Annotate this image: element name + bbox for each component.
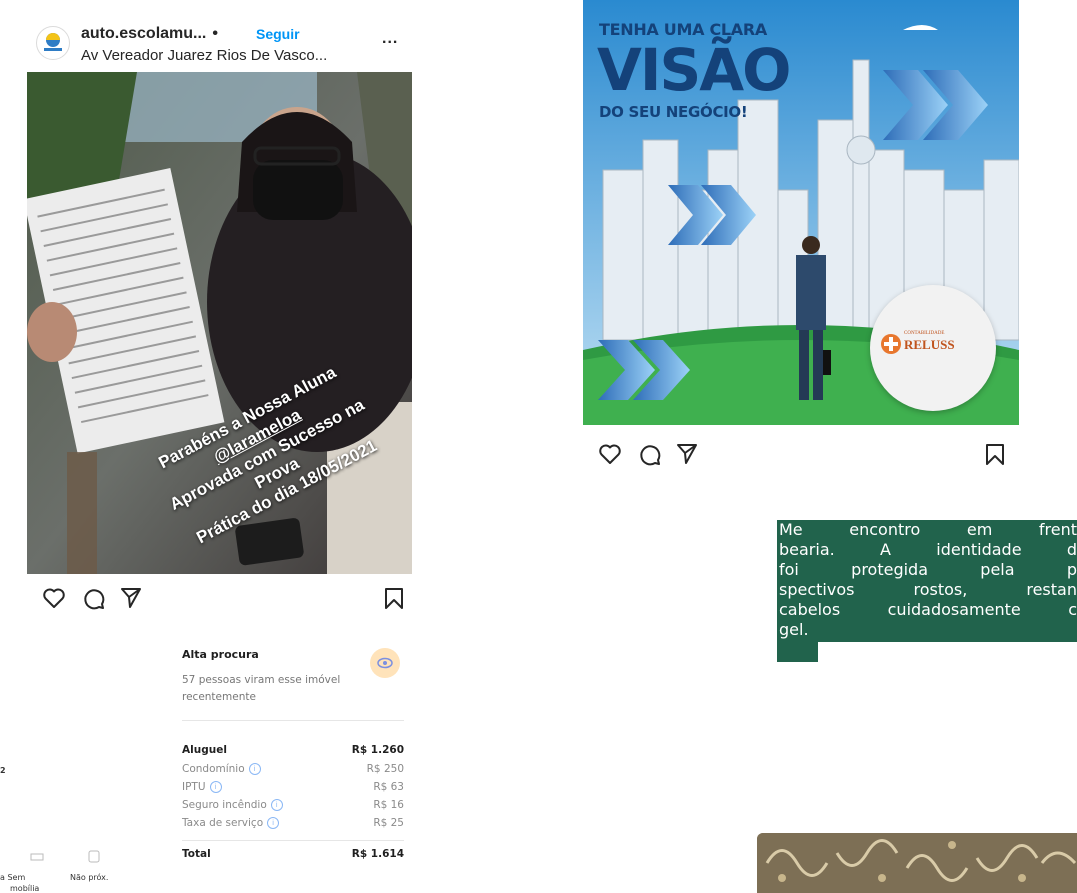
heart-icon[interactable]: [598, 443, 622, 465]
eye-icon: [377, 657, 393, 669]
share-icon[interactable]: [119, 586, 143, 610]
demand-title: Alta procura: [182, 648, 259, 661]
word: pela: [980, 560, 1015, 579]
cost-label-wrap: IPTU i: [182, 781, 222, 793]
info-icon[interactable]: i: [270, 799, 283, 811]
follow-button[interactable]: Seguir: [256, 26, 300, 42]
logo-mark: CONTABILIDADE RELUSS: [880, 327, 986, 365]
cost-row-total: Total R$ 1.614: [182, 848, 404, 865]
word: encontro: [849, 520, 921, 539]
cost-label: IPTU: [182, 781, 206, 793]
company-logo: CONTABILIDADE RELUSS: [870, 285, 996, 411]
total-value: R$ 1.614: [351, 848, 404, 860]
word: restan: [1026, 580, 1077, 599]
word: c: [1068, 600, 1077, 619]
green-text-block: Me encontro em frent bearia. A identidad…: [777, 520, 1077, 642]
cost-value: R$ 1.260: [351, 744, 404, 756]
post-photo[interactable]: Parabéns a Nossa Aluna @larameloa Aprova…: [27, 72, 412, 574]
word: em: [966, 520, 993, 539]
text-line: foi protegida pela p: [777, 560, 1077, 580]
green-text-tail: [777, 642, 818, 662]
cost-row-taxa: Taxa de serviço i R$ 25: [182, 817, 404, 834]
cost-row-iptu: IPTU i R$ 63: [182, 781, 404, 798]
cost-label: Condomínio: [182, 763, 245, 775]
feature-label: a Sem: [0, 873, 26, 882]
text-line: cabelos cuidadosamente c: [777, 600, 1077, 620]
heart-icon[interactable]: [42, 587, 66, 609]
logo-emblem-icon: [881, 334, 901, 354]
word: d: [1066, 540, 1077, 559]
cost-label-wrap: Taxa de serviço i: [182, 817, 280, 829]
comment-icon[interactable]: [638, 443, 662, 467]
info-icon[interactable]: i: [248, 763, 261, 775]
text-line: gel.: [777, 620, 1077, 640]
word: frent: [1038, 520, 1077, 539]
cost-value: R$ 25: [373, 817, 404, 829]
post-location[interactable]: Av Vereador Juarez Rios De Vasco...: [81, 47, 327, 64]
post-actions-bar: [583, 440, 1019, 470]
word: p: [1066, 560, 1077, 579]
transit-icon: [88, 850, 100, 863]
divider: [182, 840, 404, 841]
bookmark-icon[interactable]: [985, 443, 1005, 467]
post-image-banner[interactable]: TENHA UMA CLARA VISÃO DO SEU NEGÓCIO! CO…: [583, 0, 1019, 425]
banner-title-main: VISÃO: [597, 36, 791, 104]
word: Me: [779, 520, 803, 539]
text-line: Me encontro em frent: [777, 520, 1077, 540]
cost-row-seguro: Seguro incêndio i R$ 16: [182, 799, 404, 816]
word: cuidadosamente: [887, 600, 1021, 619]
comment-icon[interactable]: [82, 587, 106, 611]
post-actions-bar: [27, 584, 412, 614]
logo-brand: RELUSS: [904, 337, 955, 352]
demand-description: 57 pessoas viram esse imóvel recentement…: [182, 674, 341, 703]
bookmark-icon[interactable]: [384, 587, 404, 611]
cost-label: Seguro incêndio: [182, 799, 267, 811]
cost-value: R$ 250: [366, 763, 404, 775]
total-label: Total: [182, 848, 211, 860]
banner-title-bottom: DO SEU NEGÓCIO!: [599, 103, 748, 121]
feature-label: Não próx.: [70, 873, 109, 882]
post-header: auto.escolamu... • Seguir Av Vereador Jua…: [27, 20, 412, 78]
info-icon[interactable]: i: [209, 781, 222, 793]
cost-label-wrap: Seguro incêndio i: [182, 799, 283, 811]
word: protegida: [851, 560, 929, 579]
text-line: bearia. A identidade d: [777, 540, 1077, 560]
info-icon[interactable]: i: [267, 817, 280, 829]
cost-row-condominio: Condomínio i R$ 250: [182, 763, 404, 780]
text-line: spectivos rostos, restan: [777, 580, 1077, 600]
profile-avatar[interactable]: [36, 26, 70, 60]
logo-small-text: CONTABILIDADE: [904, 331, 945, 336]
cost-row-aluguel: Aluguel R$ 1.260: [182, 744, 404, 761]
cost-value: R$ 16: [373, 799, 404, 811]
ornate-sign-image[interactable]: [757, 833, 1077, 893]
feature-label: mobília: [10, 884, 40, 893]
word: bearia.: [779, 540, 835, 559]
word: foi: [779, 560, 799, 579]
word: A: [880, 540, 891, 559]
post-username[interactable]: auto.escolamu... •: [81, 25, 222, 43]
divider: [182, 720, 404, 721]
share-icon[interactable]: [675, 442, 699, 466]
word: rostos,: [913, 580, 968, 599]
more-options-icon[interactable]: ...: [382, 30, 398, 48]
word: spectivos: [779, 580, 855, 599]
cost-label-wrap: Condomínio i: [182, 763, 261, 775]
fragment-number: 2: [0, 766, 6, 775]
cost-label: Aluguel: [182, 744, 227, 756]
views-badge: [370, 648, 400, 678]
cost-value: R$ 63: [373, 781, 404, 793]
separator-dot: •: [212, 25, 218, 42]
word: gel.: [779, 620, 809, 639]
word: identidade: [936, 540, 1022, 559]
furniture-icon: [30, 853, 44, 861]
cost-label: Taxa de serviço: [182, 817, 264, 829]
word: cabelos: [779, 600, 841, 619]
